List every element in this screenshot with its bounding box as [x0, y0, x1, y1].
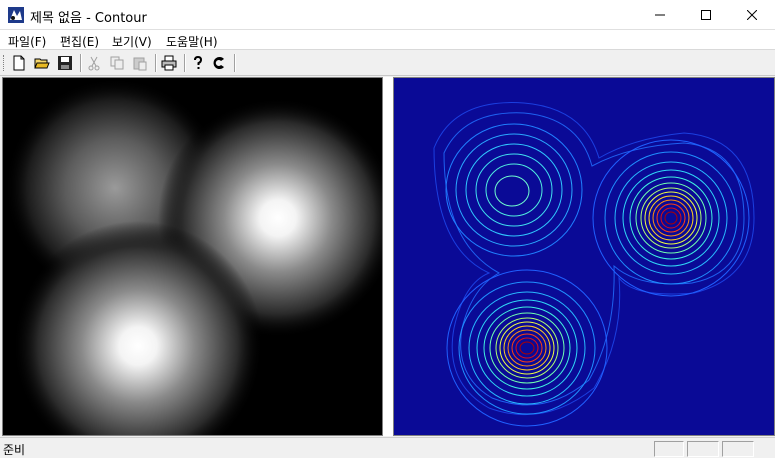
paste-button[interactable]	[130, 53, 150, 73]
menu-file[interactable]: 파일(F)	[8, 33, 46, 50]
open-folder-icon	[34, 58, 50, 69]
grayscale-view[interactable]	[2, 77, 383, 436]
status-pane-num	[687, 441, 719, 457]
status-pane-scrl	[722, 441, 754, 457]
new-file-icon	[13, 55, 25, 71]
menu-help[interactable]: 도움말(H)	[166, 33, 218, 50]
paste-icon	[133, 57, 147, 71]
about-button[interactable]	[188, 53, 208, 73]
context-help-icon	[213, 57, 224, 69]
contour-app-icon[interactable]	[8, 7, 24, 23]
status-text: 준비	[3, 443, 26, 457]
minimize-icon	[655, 14, 665, 16]
close-icon	[747, 10, 757, 20]
grayscale-image	[3, 78, 382, 435]
toolbar-grip[interactable]	[3, 55, 6, 71]
toolbar	[0, 51, 775, 76]
menu-view[interactable]: 보기(V)	[112, 33, 152, 50]
cut-icon	[88, 56, 100, 71]
copy-button[interactable]	[107, 53, 127, 73]
close-button[interactable]	[729, 0, 775, 30]
title-bar[interactable]: 제목 없음 - Contour	[0, 0, 775, 30]
new-button[interactable]	[9, 53, 29, 73]
save-button[interactable]	[55, 53, 75, 73]
toolbar-separator	[80, 54, 82, 72]
print-button[interactable]	[159, 53, 179, 73]
context-help-button[interactable]	[210, 53, 230, 73]
menu-edit[interactable]: 편집(E)	[60, 33, 99, 50]
window-title: 제목 없음 - Contour	[30, 11, 147, 26]
toolbar-separator	[155, 54, 157, 72]
maximize-button[interactable]	[683, 0, 729, 30]
save-icon	[58, 56, 72, 70]
toolbar-end-separator	[234, 54, 236, 72]
print-icon	[161, 55, 177, 71]
status-pane-cap	[654, 441, 684, 457]
open-button[interactable]	[32, 53, 52, 73]
contour-view[interactable]	[393, 77, 775, 436]
status-bar: 준비	[0, 437, 775, 458]
cut-button[interactable]	[84, 53, 104, 73]
maximize-icon	[701, 10, 711, 20]
contour-plot	[394, 78, 774, 435]
view-splitter[interactable]	[383, 77, 393, 436]
menu-bar: 파일(F) 편집(E) 보기(V) 도움말(H)	[0, 30, 775, 50]
toolbar-separator	[184, 54, 186, 72]
copy-icon	[110, 56, 124, 70]
help-icon	[194, 55, 203, 69]
minimize-button[interactable]	[637, 0, 683, 30]
